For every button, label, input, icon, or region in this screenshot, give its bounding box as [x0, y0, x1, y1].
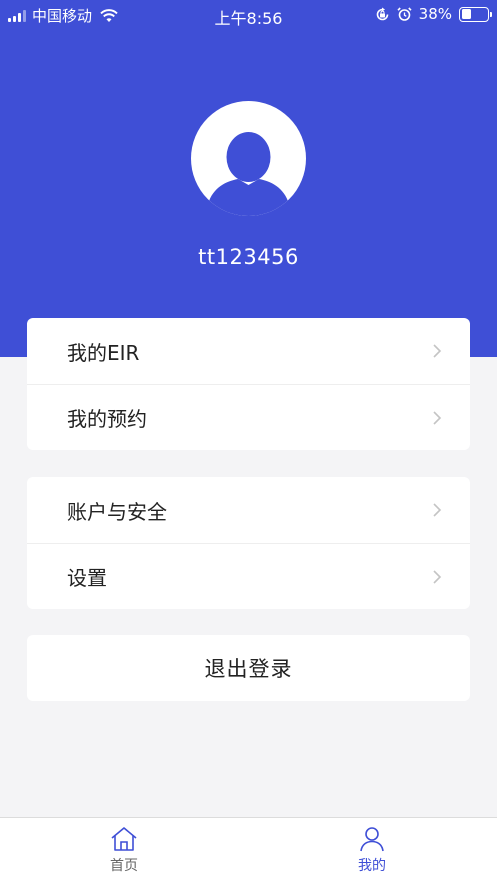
menu-item-my-eir[interactable]: 我的EIR: [27, 318, 470, 384]
menu-item-label: 我的预约: [67, 407, 147, 431]
orientation-lock-icon: [376, 7, 388, 20]
status-bar-right: 38%: [375, 5, 492, 23]
person-icon: [360, 827, 384, 852]
menu-card-primary: 我的EIR 我的预约: [27, 318, 470, 450]
tab-home-label: 首页: [110, 858, 138, 874]
menu-item-label: 我的EIR: [67, 340, 140, 365]
menu-item-label: 设置: [67, 566, 107, 590]
logout-button[interactable]: 退出登录: [27, 635, 470, 701]
home-icon: [111, 827, 137, 851]
battery-percent: 38%: [418, 5, 452, 23]
alarm-icon: [397, 6, 412, 21]
menu-item-my-appointments[interactable]: 我的预约: [27, 384, 470, 450]
tab-mine[interactable]: 我的: [322, 826, 422, 875]
menu-item-settings[interactable]: 设置: [27, 543, 470, 609]
status-bar: 中国移动 上午8:56 38%: [0, 0, 497, 28]
user-avatar-icon[interactable]: [191, 101, 306, 216]
tab-home[interactable]: 首页: [74, 826, 174, 875]
menu-item-account-security[interactable]: 账户与安全: [27, 477, 470, 543]
battery-level: [461, 9, 471, 19]
chevron-right-icon: [433, 569, 442, 584]
tab-mine-label: 我的: [358, 858, 386, 874]
chevron-right-icon: [433, 344, 442, 358]
bottom-tab-bar: 首页 我的: [0, 817, 497, 883]
menu-card-secondary: 账户与安全 设置: [27, 477, 470, 609]
username: tt123456: [198, 245, 299, 269]
chevron-right-icon: [433, 503, 442, 517]
chevron-right-icon: [433, 410, 442, 425]
battery-icon: [459, 6, 492, 22]
menu-item-label: 账户与安全: [67, 499, 167, 524]
